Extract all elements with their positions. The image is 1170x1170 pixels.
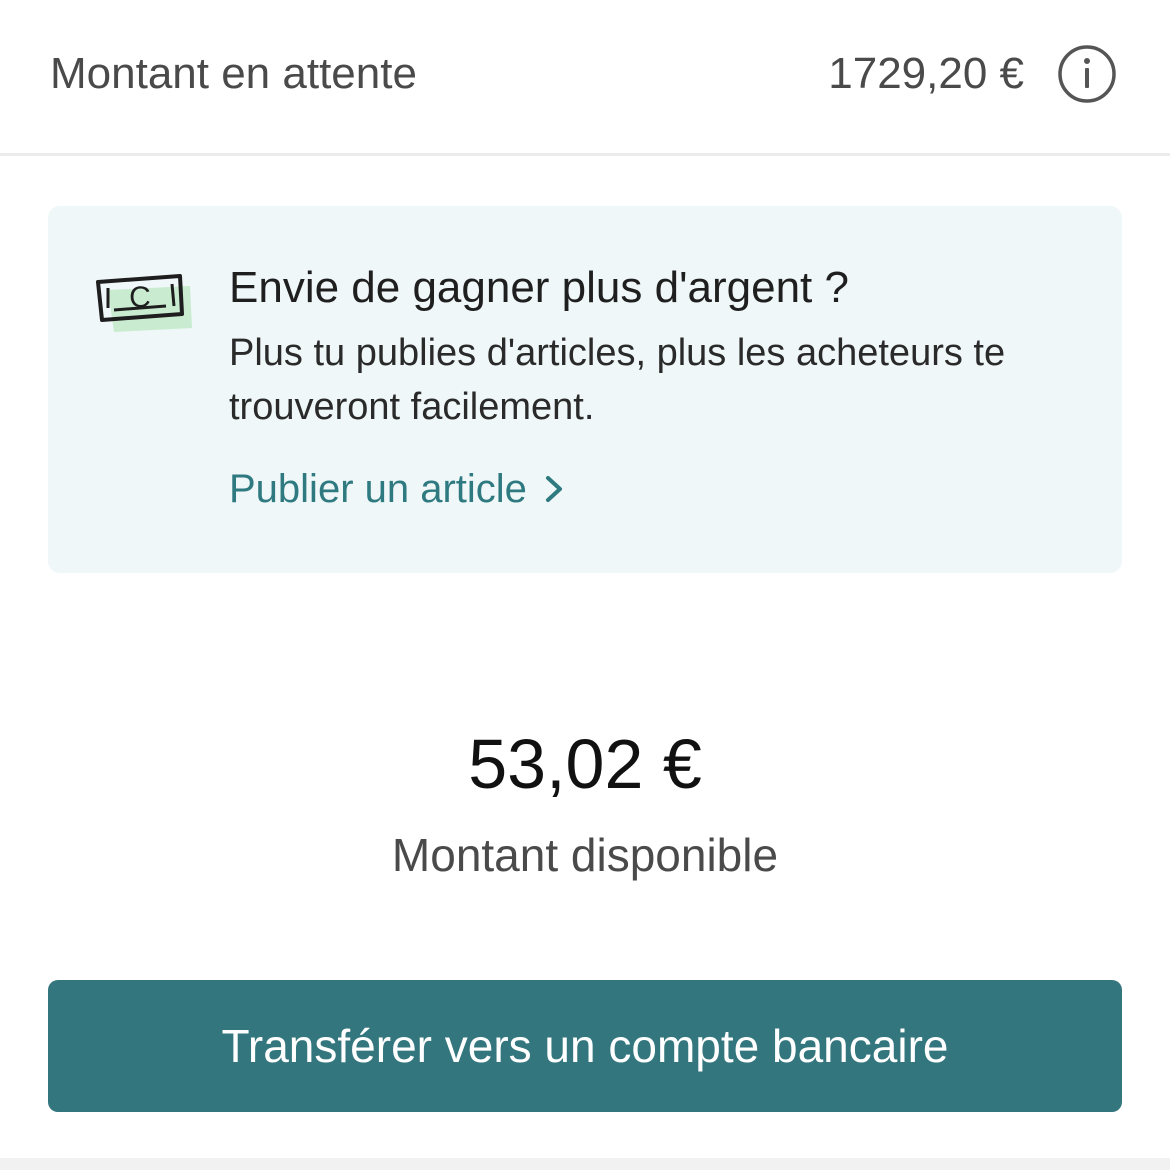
chevron-right-icon	[545, 476, 562, 502]
promo-card: C Envie de gagner plus d'argent ? Plus t…	[48, 206, 1122, 573]
available-amount: 53,02 €	[468, 725, 702, 803]
publish-article-label: Publier un article	[229, 467, 527, 511]
pending-amount-value: 1729,20 €	[828, 48, 1024, 98]
available-amount-label: Montant disponible	[391, 829, 779, 881]
pending-amount-label: Montant en attente	[50, 48, 417, 98]
transfer-to-bank-button[interactable]: Transférer vers un compte bancaire	[48, 980, 1122, 1112]
banknote-icon: C	[96, 274, 192, 332]
info-circle-icon[interactable]	[1056, 43, 1118, 105]
promo-text: Envie de gagner plus d'argent ? Plus tu …	[229, 262, 1089, 514]
promo-title: Envie de gagner plus d'argent ?	[229, 263, 849, 312]
promo-body: Plus tu publies d'articles, plus les ach…	[229, 332, 1006, 428]
svg-text:C: C	[129, 281, 151, 314]
pending-amount-row: Montant en attente 1729,20 €	[0, 0, 1170, 156]
publish-article-link[interactable]: Publier un article	[229, 464, 565, 514]
bottom-divider	[0, 1158, 1170, 1170]
balance-screen: Montant en attente 1729,20 € C Envie de …	[0, 0, 1170, 1170]
